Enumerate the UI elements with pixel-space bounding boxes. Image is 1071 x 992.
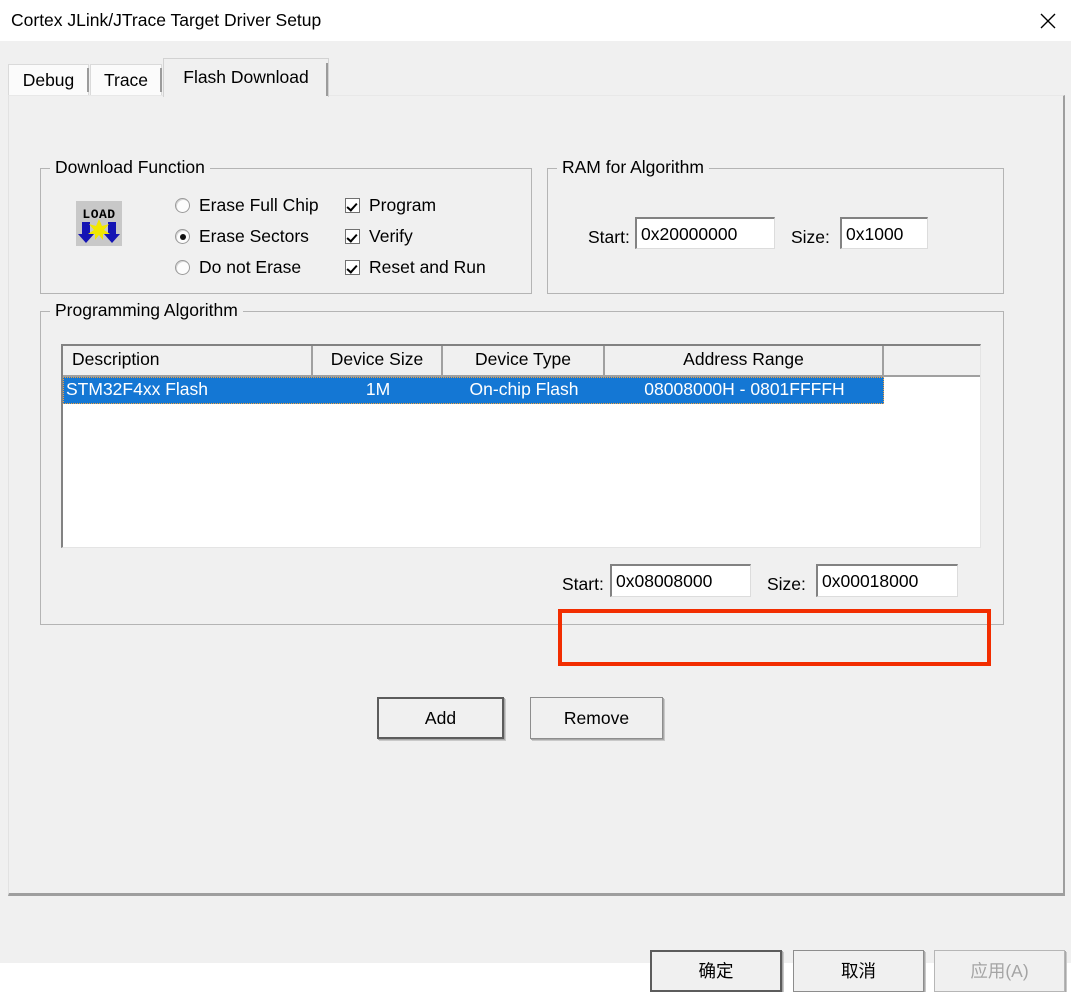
add-button-label: Add	[424, 708, 457, 728]
tab-flash-download[interactable]: Flash Download	[163, 58, 329, 97]
remove-button-label: Remove	[563, 708, 630, 728]
checkbox-program-indicator	[345, 198, 360, 213]
radio-erase-full-chip-label: Erase Full Chip	[199, 195, 319, 215]
checkbox-program-label: Program	[369, 195, 437, 215]
column-header-description[interactable]: Description	[63, 346, 313, 375]
cell-address-range: 08008000H - 0801FFFFH	[644, 379, 845, 399]
radio-erase-full-chip-indicator	[175, 198, 190, 213]
tab-debug-label: Debug	[22, 70, 75, 90]
checkbox-program[interactable]: Program	[345, 195, 436, 216]
apply-button: 应用(A)	[934, 950, 1065, 992]
checkbox-reset-and-run-indicator	[345, 260, 360, 275]
ok-button-label: 确定	[698, 961, 734, 981]
tab-separator	[160, 68, 162, 92]
close-icon	[1038, 11, 1058, 31]
table-row[interactable]: STM32F4xx Flash 1M On-chip Flash 0800800…	[63, 377, 884, 404]
title-bar: Cortex JLink/JTrace Target Driver Setup	[0, 0, 1071, 41]
radio-do-not-erase-label: Do not Erase	[199, 257, 302, 277]
dialog-body: Debug Trace Flash Download Download Func…	[0, 41, 1071, 992]
algo-size-input[interactable]: 0x00018000	[816, 564, 958, 597]
cell-description: STM32F4xx Flash	[66, 379, 208, 399]
load-icon: LOAD	[76, 201, 122, 246]
tab-flash-download-label: Flash Download	[183, 67, 309, 87]
radio-erase-full-chip[interactable]: Erase Full Chip	[175, 195, 319, 216]
apply-button-label: 应用(A)	[970, 961, 1029, 981]
remove-button[interactable]: Remove	[530, 697, 663, 739]
ram-size-input[interactable]: 0x1000	[840, 217, 928, 249]
column-header-device-type[interactable]: Device Type	[443, 346, 605, 375]
group-download-function-title: Download Function	[50, 157, 210, 178]
tab-strip: Debug Trace Flash Download	[8, 58, 1065, 97]
tab-separator	[326, 63, 328, 96]
group-programming-algorithm: Programming Algorithm Description Device…	[40, 300, 1004, 625]
column-header-device-size[interactable]: Device Size	[313, 346, 443, 375]
add-button[interactable]: Add	[377, 697, 504, 739]
ok-button[interactable]: 确定	[650, 950, 782, 992]
algo-start-label: Start:	[562, 574, 604, 594]
column-header-address-range[interactable]: Address Range	[605, 346, 884, 375]
tab-debug[interactable]: Debug	[8, 64, 89, 96]
group-ram-for-algorithm: RAM for Algorithm Start: 0x20000000 Size…	[547, 157, 1004, 294]
radio-do-not-erase[interactable]: Do not Erase	[175, 257, 301, 278]
checkbox-verify-label: Verify	[369, 226, 413, 246]
column-header-spacer[interactable]	[884, 346, 979, 375]
ram-start-label: Start:	[588, 227, 630, 247]
checkbox-verify-indicator	[345, 229, 360, 244]
cell-device-type: On-chip Flash	[469, 379, 579, 399]
table-header-row: Description Device Size Device Type Addr…	[63, 346, 980, 377]
algo-size-label: Size:	[767, 574, 806, 594]
tab-trace-label: Trace	[103, 70, 149, 90]
radio-do-not-erase-indicator	[175, 260, 190, 275]
cancel-button[interactable]: 取消	[793, 950, 924, 992]
close-button[interactable]	[1025, 0, 1071, 41]
checkbox-verify[interactable]: Verify	[345, 226, 413, 247]
tab-separator	[87, 68, 89, 92]
checkbox-reset-and-run[interactable]: Reset and Run	[345, 257, 486, 278]
cell-device-size: 1M	[365, 379, 391, 399]
group-programming-algorithm-title: Programming Algorithm	[50, 300, 243, 321]
radio-erase-sectors-label: Erase Sectors	[199, 226, 309, 246]
cancel-button-label: 取消	[841, 961, 876, 981]
ram-size-label: Size:	[791, 227, 830, 247]
radio-erase-sectors[interactable]: Erase Sectors	[175, 226, 309, 247]
radio-erase-sectors-indicator	[175, 229, 190, 244]
window-title: Cortex JLink/JTrace Target Driver Setup	[11, 10, 322, 30]
checkbox-reset-and-run-label: Reset and Run	[369, 257, 486, 277]
tab-trace[interactable]: Trace	[90, 64, 162, 96]
algo-start-input[interactable]: 0x08008000	[610, 564, 751, 597]
group-download-function: Download Function LOAD Erase Full Chip E…	[40, 157, 532, 294]
programming-algorithm-list[interactable]: Description Device Size Device Type Addr…	[61, 344, 981, 548]
tab-page-flash-download: Download Function LOAD Erase Full Chip E…	[8, 95, 1065, 896]
group-ram-for-algorithm-title: RAM for Algorithm	[557, 157, 709, 178]
ram-start-input[interactable]: 0x20000000	[635, 217, 775, 249]
